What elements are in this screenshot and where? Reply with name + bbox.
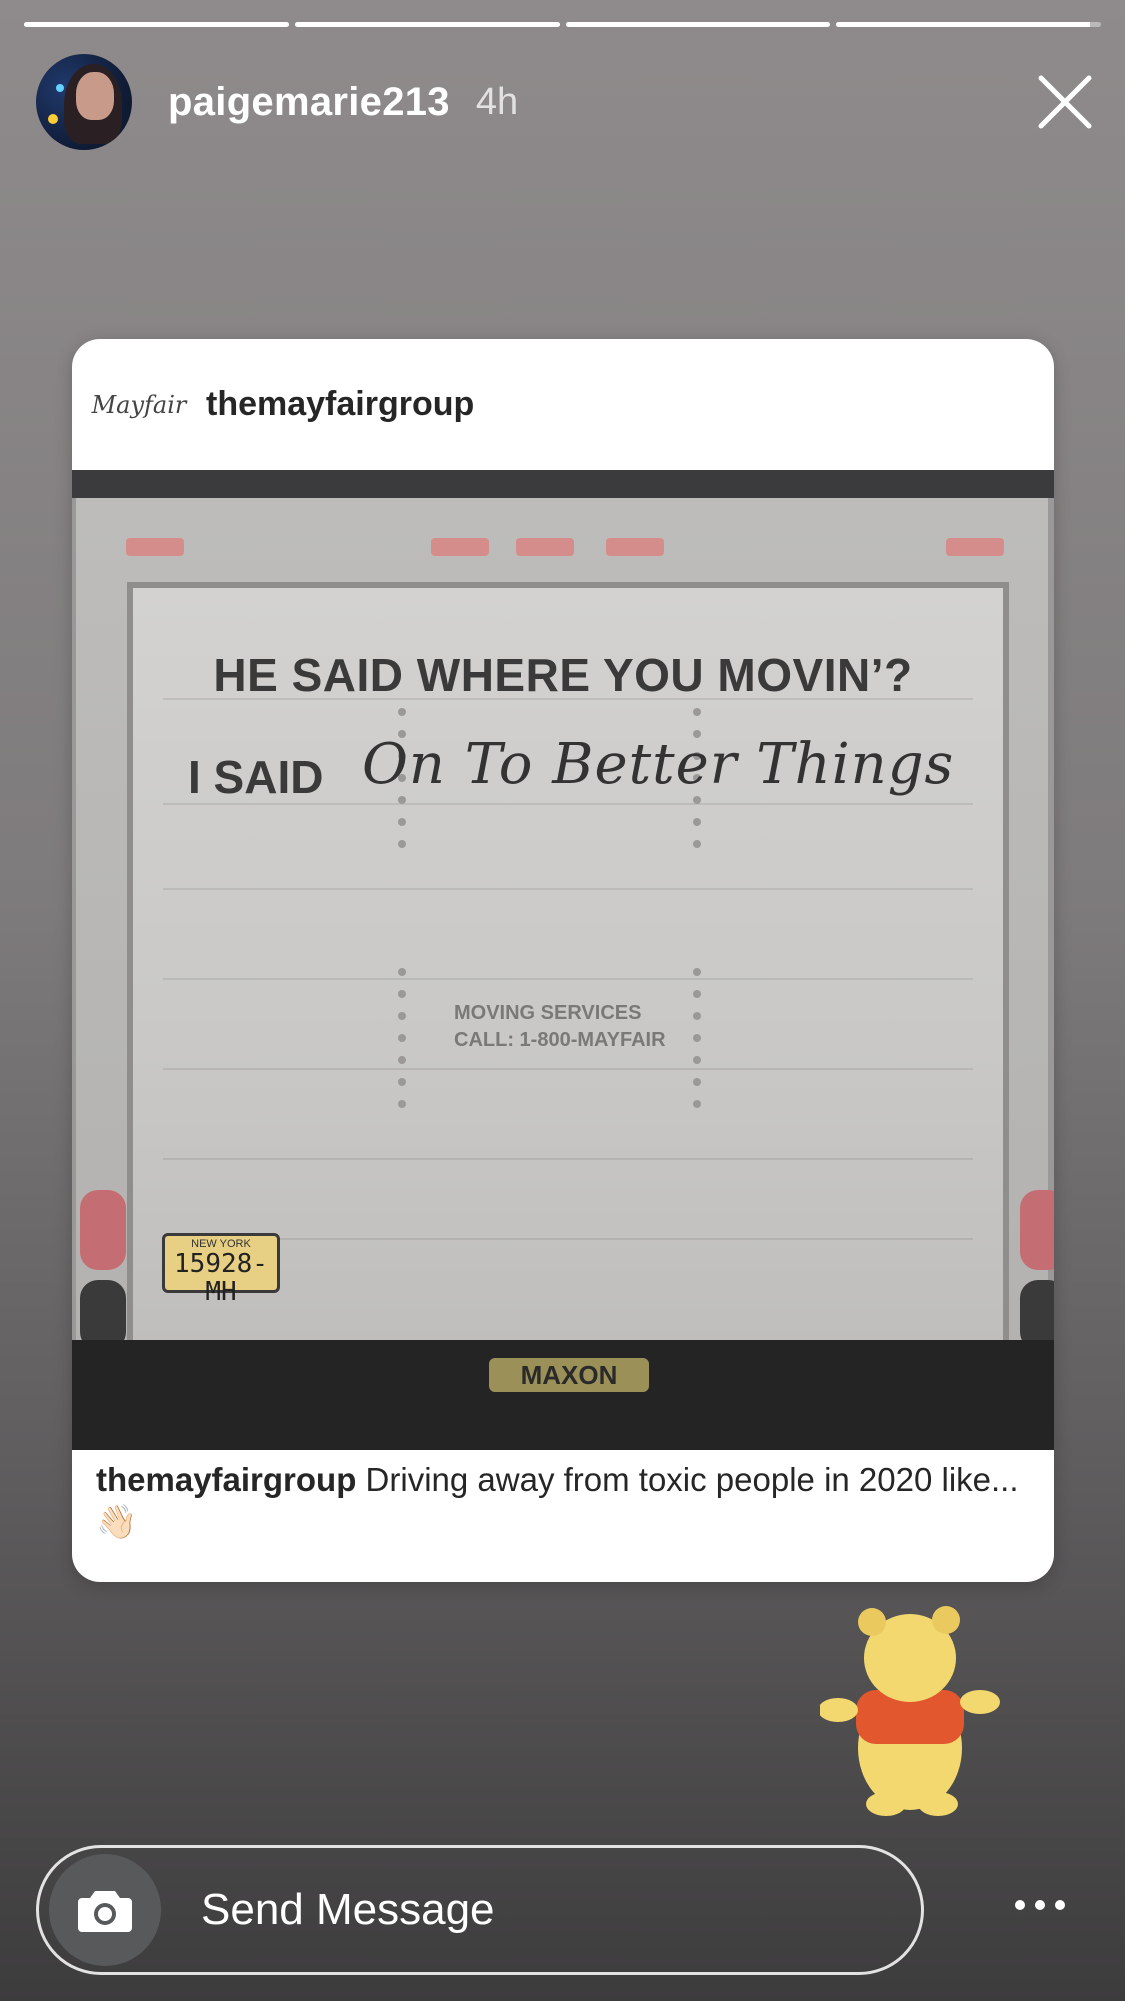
story-timestamp: 4h xyxy=(475,80,519,123)
close-icon[interactable] xyxy=(1035,72,1095,132)
license-plate: NEW YORK 15928-MH xyxy=(162,1233,280,1306)
service-line-2: CALL: 1-800-MAYFAIR xyxy=(454,1029,666,1051)
camera-button[interactable] xyxy=(49,1854,161,1966)
service-line-1: MOVING SERVICES xyxy=(454,1002,642,1024)
progress-segment xyxy=(294,22,560,27)
post-header: Mayfair themayfairgroup xyxy=(72,339,1054,470)
caption-username[interactable]: themayfairgroup xyxy=(96,1461,356,1498)
story-header: paigemarie213 4h xyxy=(36,52,1095,152)
post-account-name[interactable]: themayfairgroup xyxy=(206,385,474,424)
progress-segment-active xyxy=(836,22,1101,27)
more-options-icon[interactable] xyxy=(1010,1890,1070,1920)
avatar[interactable] xyxy=(36,54,132,150)
truck-bumper xyxy=(72,1340,1054,1450)
plate-number: 15928-MH xyxy=(174,1249,268,1307)
story-progress-bar xyxy=(24,22,1101,27)
shared-post-card[interactable]: Mayfair themayfairgroup HE SAID WHERE YO… xyxy=(72,339,1054,1582)
progress-segment xyxy=(24,22,289,27)
maxon-badge: MAXON xyxy=(489,1358,649,1392)
truck-headline: HE SAID WHERE YOU MOVIN’? xyxy=(213,649,913,701)
truck-service-text: MOVING SERVICES CALL: 1-800-MAYFAIR xyxy=(454,1000,666,1054)
send-message-field[interactable]: Send Message xyxy=(36,1845,924,1975)
post-caption: themayfairgroup Driving away from toxic … xyxy=(96,1459,1034,1543)
truck-line2-lead: I SAID xyxy=(188,751,324,803)
camera-icon xyxy=(78,1891,132,1932)
tail-light xyxy=(1020,1190,1054,1270)
story-username[interactable]: paigemarie213 xyxy=(168,80,450,125)
truck-line2-script: On To Better Things xyxy=(362,732,955,797)
send-message-placeholder: Send Message xyxy=(201,1885,495,1934)
post-image: HE SAID WHERE YOU MOVIN’? I SAID On To B… xyxy=(72,470,1054,1450)
winnie-the-pooh-sticker[interactable] xyxy=(820,1598,1000,1818)
progress-segment xyxy=(565,22,831,27)
account-logo: Mayfair xyxy=(91,390,187,419)
tail-light xyxy=(80,1190,126,1270)
